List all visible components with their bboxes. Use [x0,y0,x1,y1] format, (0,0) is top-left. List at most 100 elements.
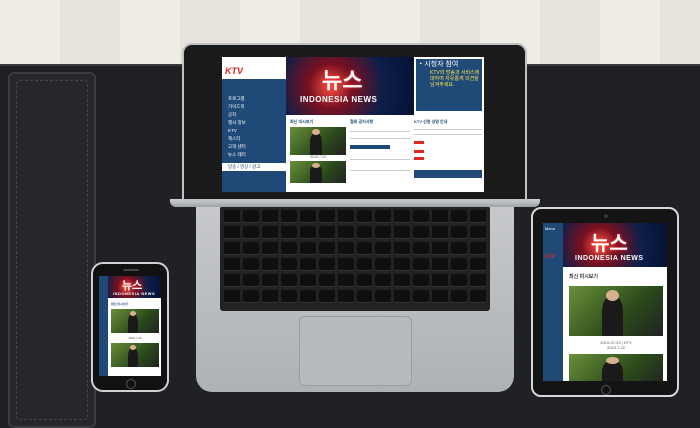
keyboard-key[interactable] [394,226,411,239]
keyboard-key[interactable] [470,290,486,303]
keyboard-key[interactable] [224,258,240,271]
keyboard-key[interactable] [280,258,297,271]
nav-item-active[interactable]: 방송 / 영상 / 광고 [222,163,286,171]
nav-item[interactable]: 가이드북 [222,103,286,111]
keyboard-key[interactable] [280,242,297,255]
keyboard-key[interactable] [318,290,335,303]
keyboard-key[interactable] [432,274,449,287]
keyboard-key[interactable] [299,274,316,287]
keyboard-key[interactable] [242,242,259,255]
keyboard-key[interactable] [356,210,373,223]
keyboard-key[interactable] [299,290,316,303]
keyboard-key[interactable] [375,226,392,239]
keyboard-key[interactable] [261,210,278,223]
keyboard-key[interactable] [337,242,354,255]
keyboard-key[interactable] [299,258,316,271]
keyboard-key[interactable] [451,290,468,303]
keyboard-key[interactable] [470,210,486,223]
keyboard-key[interactable] [356,242,373,255]
keyboard-key[interactable] [413,242,430,255]
keyboard-key[interactable] [451,226,468,239]
keyboard-key[interactable] [356,258,373,271]
site-logo[interactable]: KTV [543,234,563,260]
keyboard-key[interactable] [337,274,354,287]
keyboard-key[interactable] [394,258,411,271]
keyboard-key[interactable] [299,210,316,223]
keyboard-key[interactable] [432,226,449,239]
keyboard-key[interactable] [375,258,392,271]
keyboard-key[interactable] [432,242,449,255]
keyboard-key[interactable] [337,258,354,271]
keyboard-key[interactable] [242,274,259,287]
home-button[interactable] [126,379,136,389]
menu-button[interactable]: Menu [543,223,563,234]
keyboard-key[interactable] [299,242,316,255]
keyboard-key[interactable] [318,274,335,287]
keyboard-key[interactable] [318,242,335,255]
keyboard-key[interactable] [451,258,468,271]
keyboard-key[interactable] [470,258,486,271]
keyboard-key[interactable] [413,258,430,271]
keyboard-key[interactable] [470,242,486,255]
keyboard-key[interactable] [337,226,354,239]
keyboard-key[interactable] [261,290,278,303]
keyboard-key[interactable] [432,290,449,303]
keyboard-key[interactable] [224,226,240,239]
keyboard-key[interactable] [394,242,411,255]
nav-item[interactable]: 행사 정보 [222,119,286,127]
keyboard-key[interactable] [280,274,297,287]
keyboard-key[interactable] [375,210,392,223]
keyboard-key[interactable] [280,226,297,239]
keyboard-key[interactable] [432,210,449,223]
keyboard-key[interactable] [280,290,297,303]
keyboard-key[interactable] [394,210,411,223]
keyboard-key[interactable] [224,274,240,287]
participate-box[interactable]: ◔ 시청자 참여 KTV의 방송과 서비스에 대하여 자유롭게 의견을 남겨주세… [416,59,482,111]
keyboard-key[interactable] [413,274,430,287]
keyboard-key[interactable] [375,242,392,255]
video-thumbnail[interactable] [111,309,159,333]
keyboard-key[interactable] [224,290,240,303]
keyboard-key[interactable] [261,258,278,271]
keyboard-key[interactable] [375,274,392,287]
keyboard-key[interactable] [356,290,373,303]
keyboard-key[interactable] [280,210,297,223]
keyboard-key[interactable] [318,210,335,223]
keyboard-key[interactable] [242,210,259,223]
keyboard-key[interactable] [242,226,259,239]
keyboard-key[interactable] [242,290,259,303]
nav-item[interactable]: 고객 센터 [222,143,286,151]
keyboard-key[interactable] [451,274,468,287]
video-thumbnail[interactable] [290,161,346,183]
nav-item[interactable]: KTV [222,127,286,135]
keyboard-key[interactable] [375,290,392,303]
keyboard-key[interactable] [432,258,449,271]
keyboard-key[interactable] [224,242,240,255]
keyboard-key[interactable] [356,226,373,239]
keyboard-key[interactable] [413,290,430,303]
keyboard-key[interactable] [470,274,486,287]
keyboard-key[interactable] [318,258,335,271]
keyboard-key[interactable] [394,290,411,303]
nav-item[interactable]: 제스티 [222,135,286,143]
keyboard-key[interactable] [318,226,335,239]
keyboard-key[interactable] [261,274,278,287]
video-thumbnail[interactable] [569,354,663,381]
keyboard-key[interactable] [337,290,354,303]
keyboard-key[interactable] [242,258,259,271]
keyboard-key[interactable] [451,242,468,255]
keyboard-key[interactable] [261,242,278,255]
keyboard-key[interactable] [413,226,430,239]
keyboard-key[interactable] [470,226,486,239]
keyboard-key[interactable] [224,210,240,223]
nav-item[interactable]: 뉴스 레터 [222,151,286,159]
keyboard-key[interactable] [451,210,468,223]
keyboard-key[interactable] [337,210,354,223]
keyboard-key[interactable] [413,210,430,223]
keyboard-key[interactable] [299,226,316,239]
video-thumbnail[interactable] [290,127,346,155]
keyboard-key[interactable] [356,274,373,287]
keyboard-key[interactable] [394,274,411,287]
video-thumbnail[interactable] [111,343,159,367]
nav-item[interactable]: 공지 [222,111,286,119]
